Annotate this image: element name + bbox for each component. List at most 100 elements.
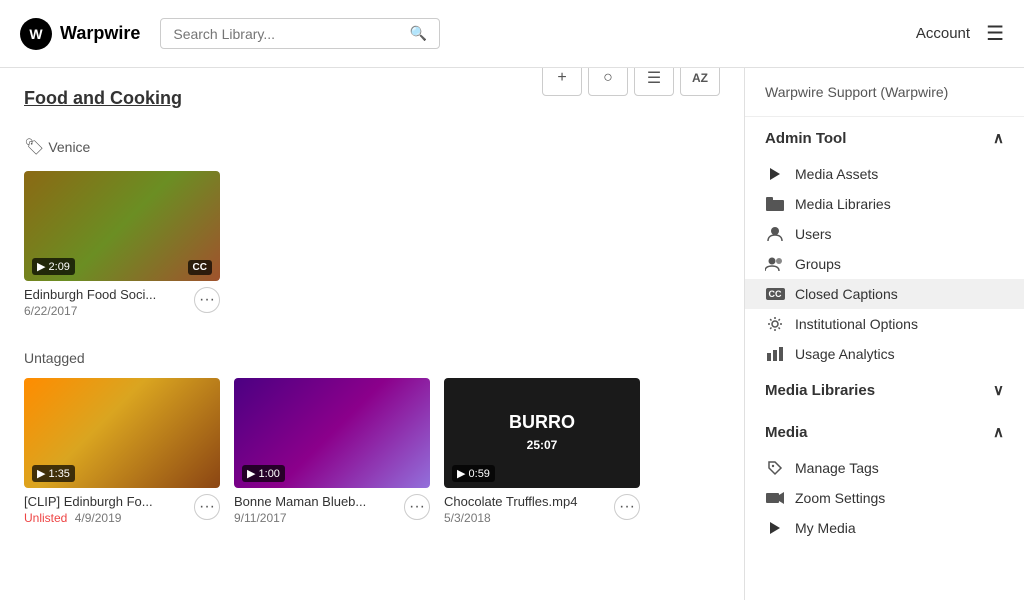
sort-az-button[interactable]: AZ xyxy=(680,68,720,96)
video-duration: ▶ 0:59 xyxy=(452,465,495,482)
video-date: 6/22/2017 xyxy=(24,304,156,318)
sidebar-item-label: My Media xyxy=(795,520,856,536)
sidebar-item-label: Closed Captions xyxy=(795,286,898,302)
account-link[interactable]: Account xyxy=(916,25,970,42)
bar-chart-icon xyxy=(765,346,785,362)
sidebar-item-manage-tags[interactable]: Manage Tags xyxy=(745,453,1024,483)
admin-tool-header[interactable]: Admin Tool ∧ xyxy=(765,129,1004,147)
video-thumbnail[interactable]: ▶ 2:09 CC xyxy=(24,171,220,281)
untagged-video-grid: ▶ 1:35 [CLIP] Edinburgh Fo... Unlisted 4… xyxy=(24,378,720,529)
video-details: [CLIP] Edinburgh Fo... Unlisted 4/9/2019 xyxy=(24,494,153,525)
admin-tool-label: Admin Tool xyxy=(765,130,846,147)
tag-label: Venice xyxy=(48,139,90,155)
gear-icon xyxy=(765,316,785,332)
tag-link-venice[interactable]: 🏷 Venice xyxy=(24,137,90,157)
media-label: Media xyxy=(765,424,808,441)
hamburger-icon[interactable]: ☰ xyxy=(986,21,1004,46)
untagged-label: Untagged xyxy=(24,342,720,366)
video-card: ▶ 1:00 Bonne Maman Blueb... 9/11/2017 ··… xyxy=(234,378,430,529)
video-details: Edinburgh Food Soci... 6/22/2017 xyxy=(24,287,156,318)
video-info: [CLIP] Edinburgh Fo... Unlisted 4/9/2019… xyxy=(24,488,220,529)
main-layout: Food and Cooking + ○ ☰ AZ 🏷 Venice ▶ 2:0… xyxy=(0,68,1024,600)
video-details: Bonne Maman Blueb... 9/11/2017 xyxy=(234,494,366,525)
sidebar-item-label: Usage Analytics xyxy=(795,346,895,362)
video-date: 9/11/2017 xyxy=(234,511,366,525)
sidebar-support-text: Warpwire Support (Warpwire) xyxy=(745,68,1024,117)
logo-area: W Warpwire xyxy=(20,18,140,50)
sidebar-admin-section: Admin Tool ∧ xyxy=(745,117,1024,159)
user-icon xyxy=(765,226,785,242)
video-thumbnail[interactable]: ▶ 1:00 xyxy=(234,378,430,488)
sidebar-item-label: Institutional Options xyxy=(795,316,918,332)
sidebar-item-label: Manage Tags xyxy=(795,460,879,476)
sidebar-item-zoom-settings[interactable]: Zoom Settings xyxy=(745,483,1024,513)
video-card: BURRO25:07 ▶ 0:59 Chocolate Truffles.mp4… xyxy=(444,378,640,529)
more-options-button[interactable]: ··· xyxy=(614,494,640,520)
video-info: Edinburgh Food Soci... 6/22/2017 ··· xyxy=(24,281,220,322)
page-title: Food and Cooking xyxy=(24,88,182,109)
circle-button[interactable]: ○ xyxy=(588,68,628,96)
cc-badge: CC xyxy=(188,260,212,275)
media-header[interactable]: Media ∧ xyxy=(765,423,1004,441)
video-card: ▶ 1:35 [CLIP] Edinburgh Fo... Unlisted 4… xyxy=(24,378,220,529)
chevron-up-icon: ∧ xyxy=(993,423,1004,441)
video-details: Chocolate Truffles.mp4 5/3/2018 xyxy=(444,494,577,525)
play-icon xyxy=(765,520,785,536)
sidebar-item-users[interactable]: Users xyxy=(745,219,1024,249)
sidebar: Warpwire Support (Warpwire) Admin Tool ∧… xyxy=(744,68,1024,600)
tag-icon: 🏷 xyxy=(24,137,44,157)
chevron-up-icon: ∧ xyxy=(993,129,1004,147)
cc-icon: CC xyxy=(765,286,785,302)
search-input[interactable] xyxy=(173,26,402,42)
video-info: Bonne Maman Blueb... 9/11/2017 ··· xyxy=(234,488,430,529)
video-thumbnail[interactable]: BURRO25:07 ▶ 0:59 xyxy=(444,378,640,488)
zoom-icon xyxy=(765,490,785,506)
sidebar-item-my-media[interactable]: My Media xyxy=(745,513,1024,543)
logo-text: Warpwire xyxy=(60,23,140,44)
video-title: Edinburgh Food Soci... xyxy=(24,287,156,302)
sidebar-item-institutional-options[interactable]: Institutional Options xyxy=(745,309,1024,339)
search-bar[interactable]: 🔍 xyxy=(160,18,440,49)
more-options-button[interactable]: ··· xyxy=(194,287,220,313)
sidebar-item-media-assets[interactable]: Media Assets xyxy=(745,159,1024,189)
video-meta: Unlisted 4/9/2019 xyxy=(24,511,153,525)
content-area: Food and Cooking + ○ ☰ AZ 🏷 Venice ▶ 2:0… xyxy=(0,68,744,600)
video-date: 4/9/2019 xyxy=(75,511,122,525)
header-right: Account ☰ xyxy=(916,21,1004,46)
sidebar-item-closed-captions[interactable]: CC Closed Captions xyxy=(745,279,1024,309)
video-date: 5/3/2018 xyxy=(444,511,577,525)
tagged-video-grid: ▶ 2:09 CC Edinburgh Food Soci... 6/22/20… xyxy=(24,171,720,322)
sidebar-item-label: Zoom Settings xyxy=(795,490,885,506)
more-options-button[interactable]: ··· xyxy=(194,494,220,520)
video-info: Chocolate Truffles.mp4 5/3/2018 ··· xyxy=(444,488,640,529)
sidebar-media-section: Media ∧ xyxy=(745,411,1024,453)
sidebar-item-groups[interactable]: Groups xyxy=(745,249,1024,279)
video-title: [CLIP] Edinburgh Fo... xyxy=(24,494,153,509)
media-libraries-header[interactable]: Media Libraries ∨ xyxy=(765,381,1004,399)
sidebar-item-usage-analytics[interactable]: Usage Analytics xyxy=(745,339,1024,369)
folder-icon xyxy=(765,196,785,212)
sidebar-item-media-libraries[interactable]: Media Libraries xyxy=(745,189,1024,219)
sidebar-item-label: Users xyxy=(795,226,832,242)
header: W Warpwire 🔍 Account ☰ xyxy=(0,0,1024,68)
sidebar-item-label: Media Assets xyxy=(795,166,878,182)
video-thumbnail[interactable]: ▶ 1:35 xyxy=(24,378,220,488)
video-title: Bonne Maman Blueb... xyxy=(234,494,366,509)
video-duration: ▶ 1:35 xyxy=(32,465,75,482)
more-options-button[interactable]: ··· xyxy=(404,494,430,520)
video-status-badge: Unlisted xyxy=(24,511,67,525)
list-button[interactable]: ☰ xyxy=(634,68,674,96)
video-duration: ▶ 1:00 xyxy=(242,465,285,482)
section-header-row: Food and Cooking + ○ ☰ AZ xyxy=(24,88,720,123)
tag-icon xyxy=(765,460,785,476)
video-title: Chocolate Truffles.mp4 xyxy=(444,494,577,509)
video-card: ▶ 2:09 CC Edinburgh Food Soci... 6/22/20… xyxy=(24,171,220,322)
thumb-center-text: BURRO25:07 xyxy=(509,412,575,454)
chevron-down-icon: ∨ xyxy=(993,381,1004,399)
users-icon xyxy=(765,256,785,272)
sidebar-media-libraries-section: Media Libraries ∨ xyxy=(745,369,1024,411)
add-button[interactable]: + xyxy=(542,68,582,96)
toolbar: + ○ ☰ AZ xyxy=(542,68,720,96)
logo-icon: W xyxy=(20,18,52,50)
search-icon: 🔍 xyxy=(410,25,427,42)
